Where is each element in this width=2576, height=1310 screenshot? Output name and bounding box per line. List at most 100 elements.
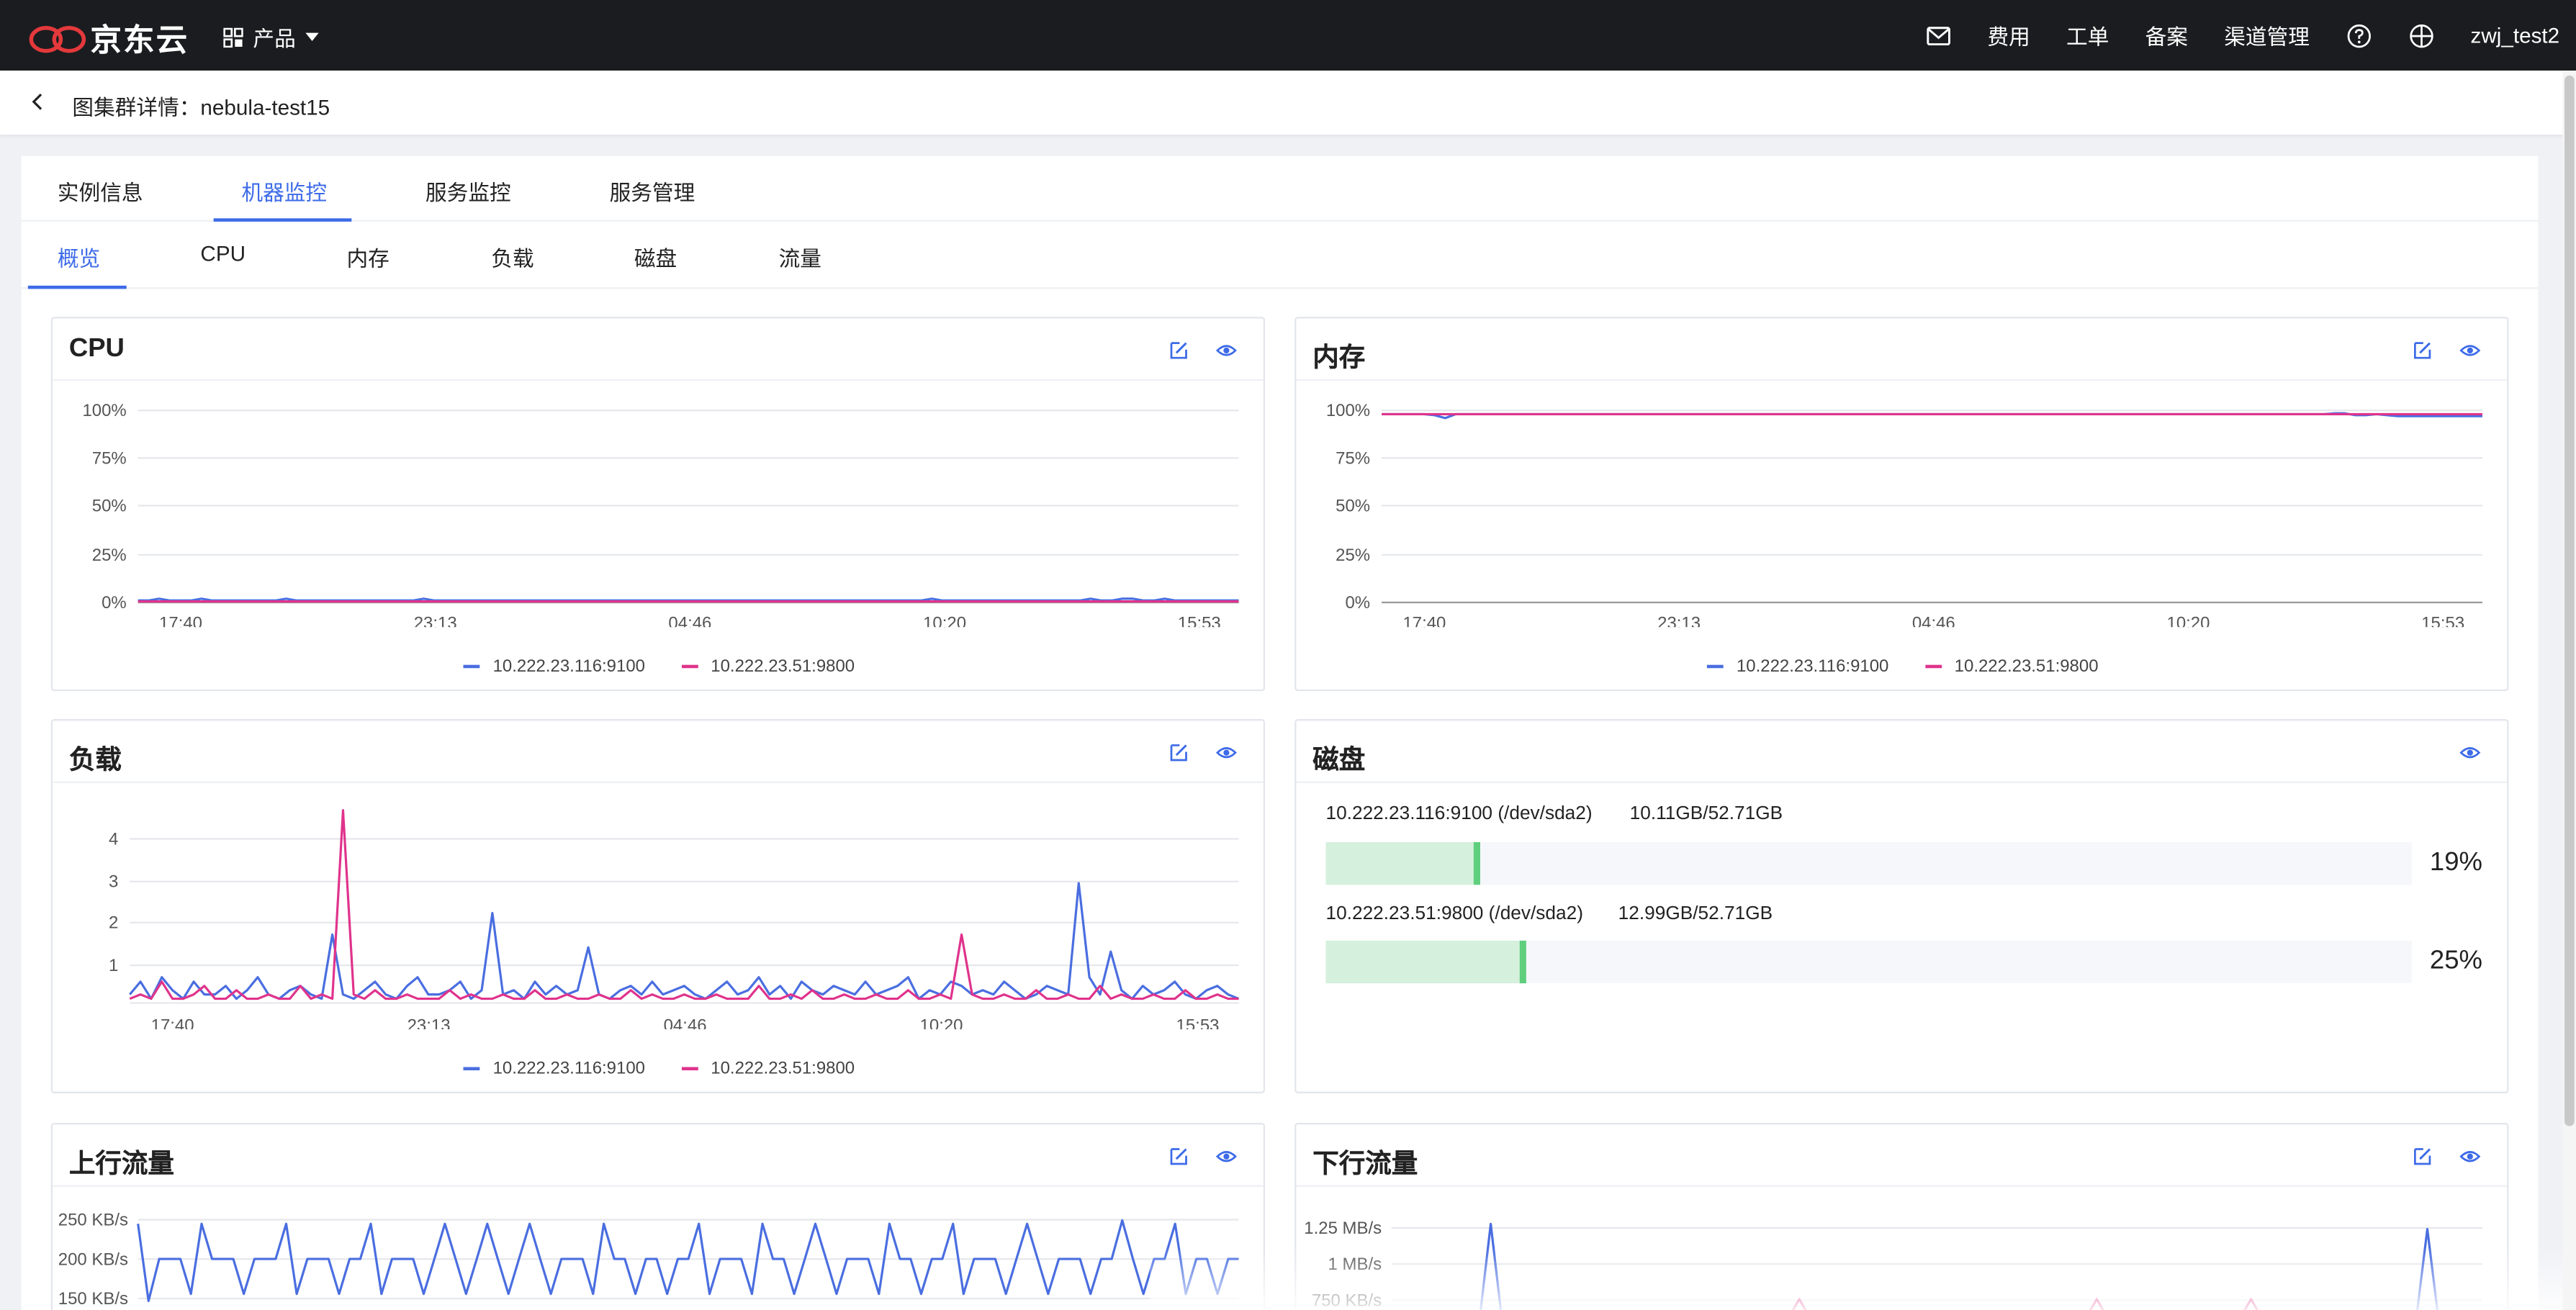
secondary-tabs: 概览 CPU 内存 负载 磁盘 流量 [21,222,2539,289]
memory-panel-header: 内存 [1296,318,2508,381]
x-tick-label: 17:40 [1402,614,1446,628]
edit-icon[interactable] [2412,340,2433,361]
tab-service-monitor[interactable]: 服务监控 [425,176,511,207]
legend-item[interactable]: 10.222.23.116:9100 [463,1059,645,1078]
y-tick-label: 1 [109,956,118,975]
disk-panel: 磁盘 10.222.23.116:9100 (/dev/sda2) 10.11G… [1294,718,2509,1093]
y-tick-label: 250 KB/s [58,1211,128,1230]
series-line-116 [137,1219,1239,1303]
subtab-traffic[interactable]: 流量 [779,241,821,272]
subtab-load[interactable]: 负载 [491,241,533,272]
mail-icon[interactable] [1925,22,1952,48]
primary-tabs: 实例信息 机器监控 服务监控 服务管理 [21,156,2539,222]
disk-panel-title: 磁盘 [1312,746,1366,775]
brand-name: 京东云 [90,24,189,60]
y-tick-label: 25% [92,546,127,565]
disk-percent: 25% [2429,947,2483,975]
scrollbar-thumb[interactable] [2564,75,2575,1126]
legend-item[interactable]: 10.222.23.116:9100 [1706,656,1889,677]
edit-icon[interactable] [1168,1146,1189,1167]
cpu-panel-title: CPU [68,335,125,363]
edit-icon[interactable] [2412,1146,2433,1167]
upstream-panel-header: 上行流量 [53,1124,1264,1187]
y-tick-label: 100% [1326,401,1370,420]
edit-icon[interactable] [1168,340,1189,361]
legend-item[interactable]: 10.222.23.116:9100 [463,656,645,677]
nav-filing[interactable]: 备案 [2145,19,2188,50]
caret-down-icon [305,32,319,42]
upstream-chart: 250 KB/s 200 KB/s 150 KB/s [58,1211,1239,1309]
y-tick-label: 75% [92,448,127,468]
y-tick-label: 25% [1336,546,1370,565]
y-tick-label: 75% [1336,448,1370,468]
legend-label: 10.222.23.51:9800 [711,656,855,677]
legend-label: 10.222.23.116:9100 [1736,656,1889,677]
top-right-nav: 费用 工单 备案 渠道管理 zwj_test2 [1889,0,2560,71]
eye-icon[interactable] [2459,742,2481,764]
y-tick-label: 0% [1345,593,1370,613]
x-tick-label: 04:46 [664,1016,707,1029]
disk-row-label: 10.222.23.116:9100 (/dev/sda2) [1325,804,1593,824]
nav-ticket[interactable]: 工单 [2066,19,2109,50]
disk-usage-marker [1519,940,1526,984]
x-tick-label: 17:40 [151,1016,194,1029]
globe-icon[interactable] [2408,22,2435,48]
series-line-116 [129,882,1240,1000]
disk-usage-bar [1325,940,2412,984]
username[interactable]: zwj_test2 [2471,23,2560,48]
memory-legend: 10.222.23.116:9100 10.222.23.51:9800 [1706,656,2135,677]
subtab-memory[interactable]: 内存 [346,241,389,272]
page-header: 图集群详情：nebula-test15 [0,71,2563,135]
load-panel-title: 负载 [68,746,122,775]
cpu-legend: 10.222.23.116:9100 10.222.23.51:9800 [463,656,891,677]
x-tick-label: 23:13 [414,614,457,628]
legend-swatch [681,664,698,669]
tab-instance-info[interactable]: 实例信息 [58,176,143,207]
product-menu[interactable]: 产品 [223,22,319,53]
nav-billing[interactable]: 费用 [1987,19,2030,50]
help-icon[interactable] [2346,22,2372,48]
load-panel: 负载 4 3 2 1 17:40 23:13 04:46 10:20 15:53 10.222.… [50,718,1266,1093]
tab-machine-monitor[interactable]: 机器监控 [241,176,327,207]
upstream-panel-title: 上行流量 [68,1150,174,1179]
x-tick-label: 04:46 [1912,614,1955,628]
back-arrow-icon[interactable] [28,92,48,112]
eye-icon[interactable] [1215,742,1238,764]
eye-icon[interactable] [2459,340,2481,361]
subtab-overview[interactable]: 概览 [58,241,100,272]
legend-item[interactable]: 10.222.23.51:9800 [1924,656,2099,677]
top-navbar: 京东云 产品 费用 工单 备案 渠道管理 zwj_test2 [0,0,2576,71]
eye-icon[interactable] [1215,1146,1238,1167]
y-tick-label: 200 KB/s [58,1250,128,1269]
x-tick-label: 10:20 [923,614,966,628]
disk-usage: 10.11GB/52.71GB [1629,804,1783,824]
subtab-disk[interactable]: 磁盘 [634,241,677,272]
disk-usage-marker [1473,841,1480,885]
downstream-panel-title: 下行流量 [1312,1150,1418,1179]
legend-label: 10.222.23.51:9800 [711,1059,855,1079]
edit-icon[interactable] [1168,742,1189,764]
y-tick-label: 0% [102,593,127,613]
cpu-panel-header: CPU [53,318,1264,381]
disk-usage-fill [1325,940,1520,984]
y-tick-label: 4 [109,829,118,849]
downstream-panel-header: 下行流量 [1296,1124,2508,1187]
y-tick-label: 150 KB/s [58,1289,128,1309]
nav-channel[interactable]: 渠道管理 [2224,19,2310,50]
stage: 京东云 产品 费用 工单 备案 渠道管理 zwj_test2 图集群详情：neb… [0,0,2576,1310]
x-tick-label: 15:53 [2421,614,2464,628]
disk-usage: 12.99GB/52.71GB [1618,904,1773,925]
page-title: 图集群详情：nebula-test15 [72,95,330,120]
eye-icon[interactable] [1215,340,1238,361]
brand-logo[interactable]: 京东云 [28,17,189,61]
x-tick-label: 10:20 [920,1016,963,1029]
tab-service-manage[interactable]: 服务管理 [610,176,695,207]
x-tick-label: 15:53 [1176,1016,1220,1029]
active-subtab-indicator [27,285,127,289]
legend-label: 10.222.23.51:9800 [1954,656,2099,677]
legend-item[interactable]: 10.222.23.51:9800 [681,656,855,677]
disk-usage-bar [1325,841,2412,885]
subtab-cpu[interactable]: CPU [200,241,246,266]
legend-item[interactable]: 10.222.23.51:9800 [681,1059,855,1078]
eye-icon[interactable] [2459,1146,2481,1167]
